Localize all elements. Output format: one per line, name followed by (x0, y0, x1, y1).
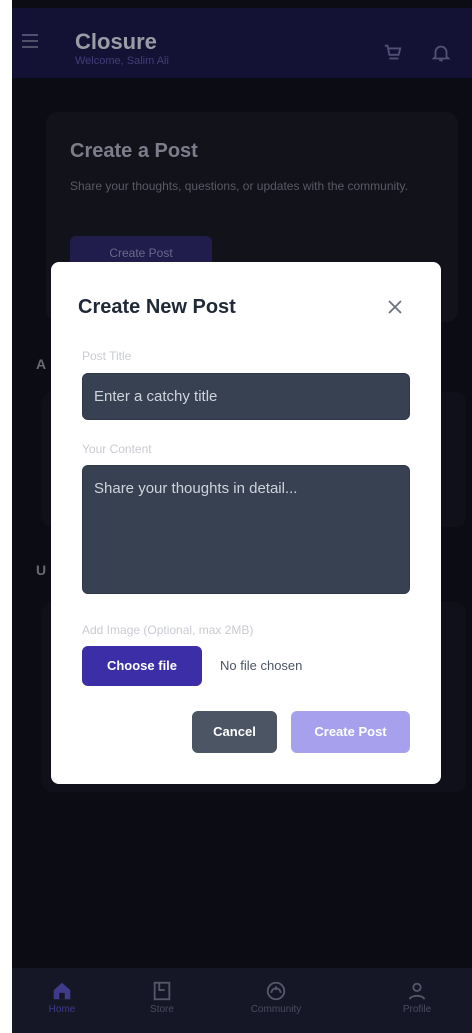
image-label: Add Image (Optional, max 2MB) (82, 623, 254, 637)
content-textarea[interactable]: Share your thoughts in detail... (82, 465, 410, 594)
home-icon (53, 982, 71, 1000)
post-title-label: Post Title (82, 349, 132, 363)
store-icon (153, 981, 171, 1001)
create-post-modal: Create New Post Post Title Enter a catch… (51, 262, 441, 784)
nav-label-home: Home (48, 1004, 76, 1015)
file-status-text: No file chosen (220, 658, 303, 673)
close-icon[interactable] (385, 297, 405, 317)
nav-label-profile: Profile (402, 1004, 432, 1015)
nav-item-store[interactable]: Store (112, 968, 212, 1033)
community-icon (266, 981, 286, 1001)
nav-item-profile[interactable]: Profile (367, 968, 467, 1033)
nav-item-home[interactable]: Home (12, 968, 112, 1033)
content-label: Your Content (82, 442, 152, 456)
profile-icon (408, 982, 426, 1000)
cancel-button[interactable]: Cancel (192, 711, 277, 753)
nav-label-community: Community (250, 1004, 302, 1015)
post-title-placeholder: Enter a catchy title (94, 388, 218, 405)
create-post-button[interactable]: Create Post (291, 711, 410, 753)
bottom-navigation: Home Store Community Profile (12, 968, 472, 1033)
choose-file-button[interactable]: Choose file (82, 646, 202, 686)
content-placeholder: Share your thoughts in detail... (94, 480, 298, 497)
nav-item-community[interactable]: Community (226, 968, 326, 1033)
post-title-input[interactable]: Enter a catchy title (82, 373, 410, 420)
modal-title: Create New Post (78, 296, 236, 318)
nav-label-store: Store (150, 1004, 174, 1015)
app-screen: Closure Welcome, Salim Ali Create a Post… (12, 0, 472, 1033)
